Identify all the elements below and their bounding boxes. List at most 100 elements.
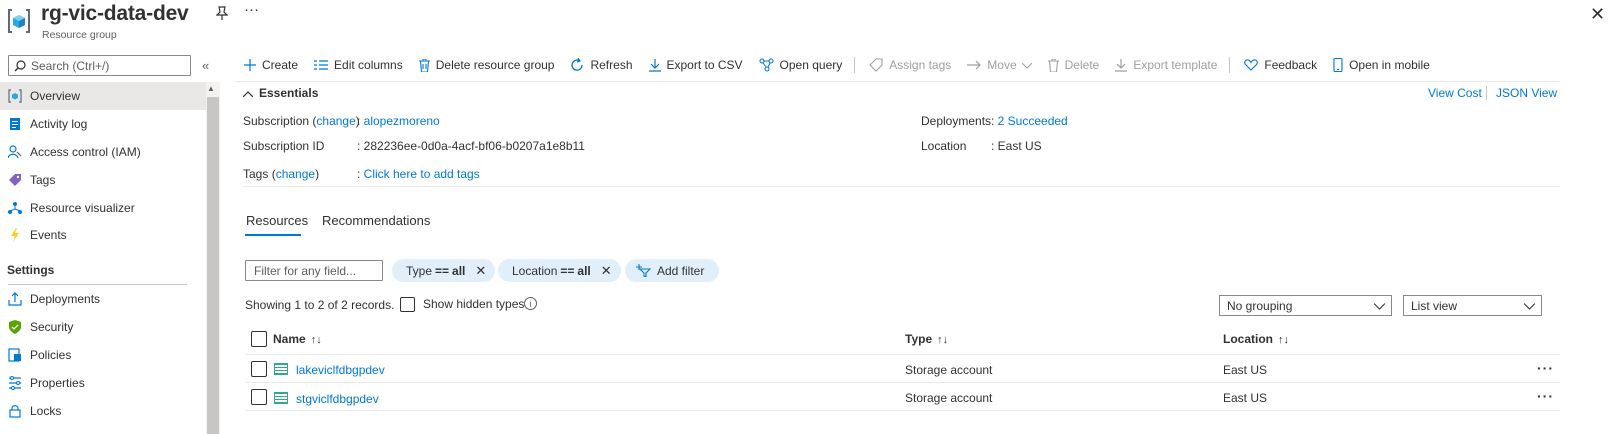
row-more-icon[interactable]: ···: [1537, 388, 1554, 404]
essentials-toggle[interactable]: Essentials: [242, 86, 318, 100]
delete-button[interactable]: Delete: [1047, 58, 1100, 72]
search-input[interactable]: Search (Ctrl+/): [8, 55, 191, 76]
sidebar-item-policies[interactable]: Policies: [0, 341, 206, 369]
add-filter-icon: [636, 264, 651, 277]
lightning-icon: [8, 228, 22, 242]
deploy-icon: [8, 292, 22, 306]
trash-icon: [418, 58, 430, 72]
show-hidden-label: Show hidden types: [423, 297, 525, 311]
change-tags-link[interactable]: change: [276, 167, 315, 181]
deployments-link[interactable]: 2 Succeeded: [998, 114, 1068, 128]
grouping-value: No grouping: [1227, 298, 1293, 313]
refresh-label: Refresh: [590, 58, 633, 72]
view-dropdown[interactable]: List view: [1403, 295, 1542, 316]
location-filter-value: all: [577, 263, 591, 278]
chevron-up-icon: [242, 86, 254, 100]
sidebar-item-tags[interactable]: Tags: [0, 166, 206, 194]
sidebar-item-deployments[interactable]: Deployments: [0, 285, 206, 313]
divider: [1486, 86, 1487, 100]
export-template-button[interactable]: Export template: [1115, 58, 1217, 72]
subscription-link[interactable]: alopezmoreno: [364, 114, 440, 128]
location-label: Location: [921, 139, 967, 153]
sidebar-item-overview[interactable]: Overview: [0, 82, 206, 110]
row-checkbox[interactable]: [251, 361, 267, 377]
sidebar-item-security[interactable]: Security: [0, 313, 206, 341]
select-all-checkbox[interactable]: [251, 331, 267, 347]
row-more-icon[interactable]: ···: [1537, 360, 1554, 376]
remove-filter-icon[interactable]: ✕: [601, 263, 612, 279]
export-csv-button[interactable]: Export to CSV: [648, 58, 743, 72]
collapse-sidebar-icon[interactable]: «: [202, 58, 209, 73]
add-filter-button[interactable]: Add filter: [625, 259, 720, 282]
sidebar-item-label: Tags: [30, 173, 56, 187]
assign-tags-label: Assign tags: [889, 58, 952, 72]
settings-heading: Settings: [7, 263, 55, 277]
resource-name-link[interactable]: stgviclfdbgpdev: [296, 392, 379, 406]
view-cost-link[interactable]: View Cost: [1428, 86, 1482, 100]
open-query-button[interactable]: Open query: [758, 58, 842, 72]
info-icon[interactable]: i: [524, 297, 537, 310]
assign-tags-button[interactable]: Assign tags: [869, 58, 951, 72]
row-checkbox[interactable]: [251, 389, 267, 405]
search-icon: [14, 59, 26, 71]
delete-label: Delete: [1064, 58, 1100, 72]
sidebar-item-properties[interactable]: Properties: [0, 369, 206, 397]
iam-icon: [8, 145, 22, 159]
delete-resource-group-button[interactable]: Delete resource group: [418, 58, 555, 72]
export-template-label: Export template: [1133, 58, 1218, 72]
scroll-up-icon[interactable]: ▲: [207, 84, 215, 93]
change-subscription-link[interactable]: change: [316, 114, 355, 128]
heart-icon: [1244, 59, 1259, 71]
activity-log-icon: [8, 117, 22, 131]
remove-filter-icon[interactable]: ✕: [475, 263, 486, 279]
sidebar-item-locks[interactable]: Locks: [0, 397, 206, 425]
divider: [245, 382, 1560, 383]
feedback-button[interactable]: Feedback: [1244, 58, 1317, 72]
page-title: rg-vic-data-dev: [41, 2, 189, 25]
tab-active-indicator: [245, 234, 301, 236]
lock-icon: [8, 404, 22, 418]
tab-resources[interactable]: Resources: [246, 213, 308, 228]
column-header-location[interactable]: Location ↑↓: [1223, 332, 1289, 346]
delete-rg-label: Delete resource group: [435, 58, 555, 72]
sidebar-item-resource-visualizer[interactable]: Resource visualizer: [0, 194, 206, 222]
sidebar-item-label: Policies: [30, 348, 72, 362]
open-in-mobile-button[interactable]: Open in mobile: [1333, 58, 1430, 72]
divider: [245, 410, 1560, 411]
tag-icon: [8, 173, 22, 187]
filter-placeholder: Filter for any field...: [254, 263, 357, 278]
create-button[interactable]: Create: [244, 58, 298, 72]
more-icon[interactable]: ···: [244, 1, 259, 18]
sidebar-item-label: Security: [30, 320, 74, 334]
pin-icon[interactable]: [215, 6, 229, 23]
add-tags-link[interactable]: Click here to add tags: [364, 167, 480, 181]
sidebar-item-activity-log[interactable]: Activity log: [0, 110, 206, 138]
close-icon[interactable]: ✕: [1590, 4, 1605, 25]
resource-name-link[interactable]: lakeviclfdbgpdev: [296, 363, 385, 377]
filter-input[interactable]: Filter for any field...: [245, 260, 383, 281]
sidebar-scrollbar-thumb[interactable]: [207, 97, 219, 434]
column-header-name[interactable]: Name ↑↓: [273, 332, 322, 346]
location-filter-pill[interactable]: Location == all ✕: [498, 259, 621, 282]
grouping-dropdown[interactable]: No grouping: [1219, 295, 1392, 316]
trash-icon: [1047, 58, 1059, 72]
edit-columns-label: Edit columns: [334, 58, 403, 72]
sidebar-item-iam[interactable]: Access control (IAM): [0, 138, 206, 166]
toolbar-divider: [1229, 57, 1231, 73]
deployments-label: Deployments: [921, 114, 992, 128]
sort-icon: ↑↓: [1278, 334, 1289, 346]
create-label: Create: [262, 58, 299, 72]
type-filter-value: all: [452, 263, 466, 278]
refresh-button[interactable]: Refresh: [570, 58, 633, 72]
tab-recommendations[interactable]: Recommendations: [322, 213, 430, 228]
type-filter-pill[interactable]: Type == all ✕: [392, 259, 496, 282]
sidebar-item-events[interactable]: Events: [0, 221, 206, 249]
resource-location: East US: [1223, 391, 1268, 405]
show-hidden-checkbox[interactable]: [400, 297, 415, 312]
sort-icon: ↑↓: [937, 334, 949, 346]
edit-columns-button[interactable]: Edit columns: [314, 58, 403, 72]
column-header-type[interactable]: Type ↑↓: [905, 332, 948, 346]
json-view-link[interactable]: JSON View: [1496, 86, 1557, 100]
storage-account-icon: [274, 392, 288, 404]
move-button[interactable]: Move: [967, 58, 1033, 72]
